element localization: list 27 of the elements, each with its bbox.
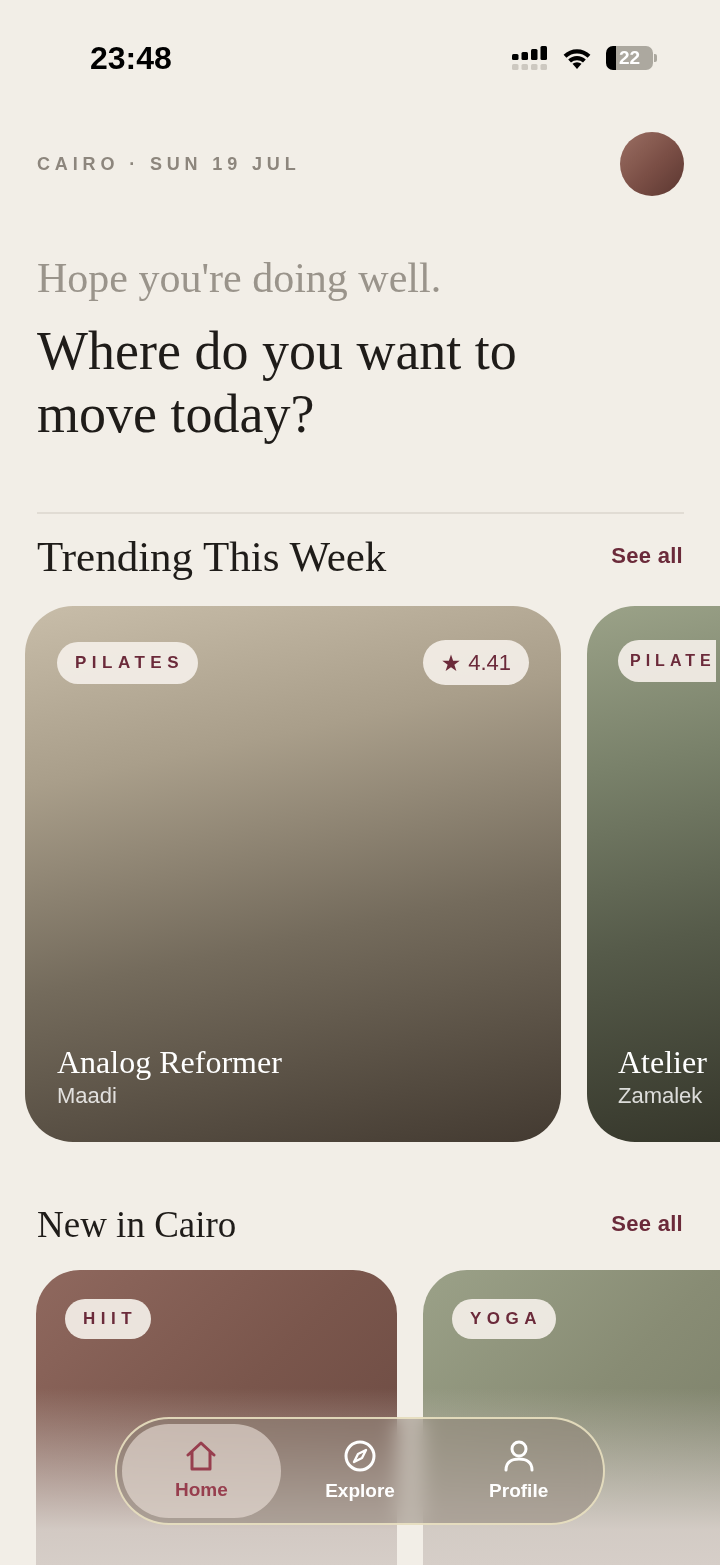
studio-card[interactable]: PILATES 4.41 Analog Reformer Maadi: [25, 606, 561, 1142]
rating-value: 4.41: [468, 649, 511, 676]
status-time: 23:48: [90, 39, 172, 77]
studio-card[interactable]: PILATE Atelier Zamalek: [587, 606, 720, 1142]
studio-name: Analog Reformer: [57, 1044, 283, 1080]
headline: Where do you want to move today?: [37, 320, 518, 446]
studio-location: Maadi: [57, 1082, 118, 1110]
person-icon: [503, 1440, 534, 1472]
signal-icon: [512, 46, 548, 70]
section-title: Trending This Week: [37, 531, 387, 581]
category-tag: PILATE: [618, 640, 716, 682]
see-all-link[interactable]: See all: [611, 543, 683, 569]
category-tag: YOGA: [452, 1299, 557, 1339]
location-date: CAIRO · SUN 19 JUL: [37, 153, 301, 175]
category-tag: HIIT: [65, 1299, 152, 1339]
battery-percentage: 22: [606, 46, 653, 70]
see-all-link[interactable]: See all: [611, 1211, 683, 1237]
studio-name: Atelier: [618, 1044, 708, 1080]
studio-location: Zamalek: [618, 1082, 704, 1110]
greeting-text: Hope you're doing well.: [37, 254, 443, 303]
section-title: New in Cairo: [37, 1202, 237, 1246]
home-icon: [185, 1441, 218, 1471]
wifi-icon: [562, 47, 592, 69]
star-icon: [442, 653, 461, 672]
category-tag: PILATES: [57, 641, 199, 684]
tab-button[interactable]: Home: [122, 1424, 281, 1518]
compass-icon: [344, 1440, 376, 1472]
